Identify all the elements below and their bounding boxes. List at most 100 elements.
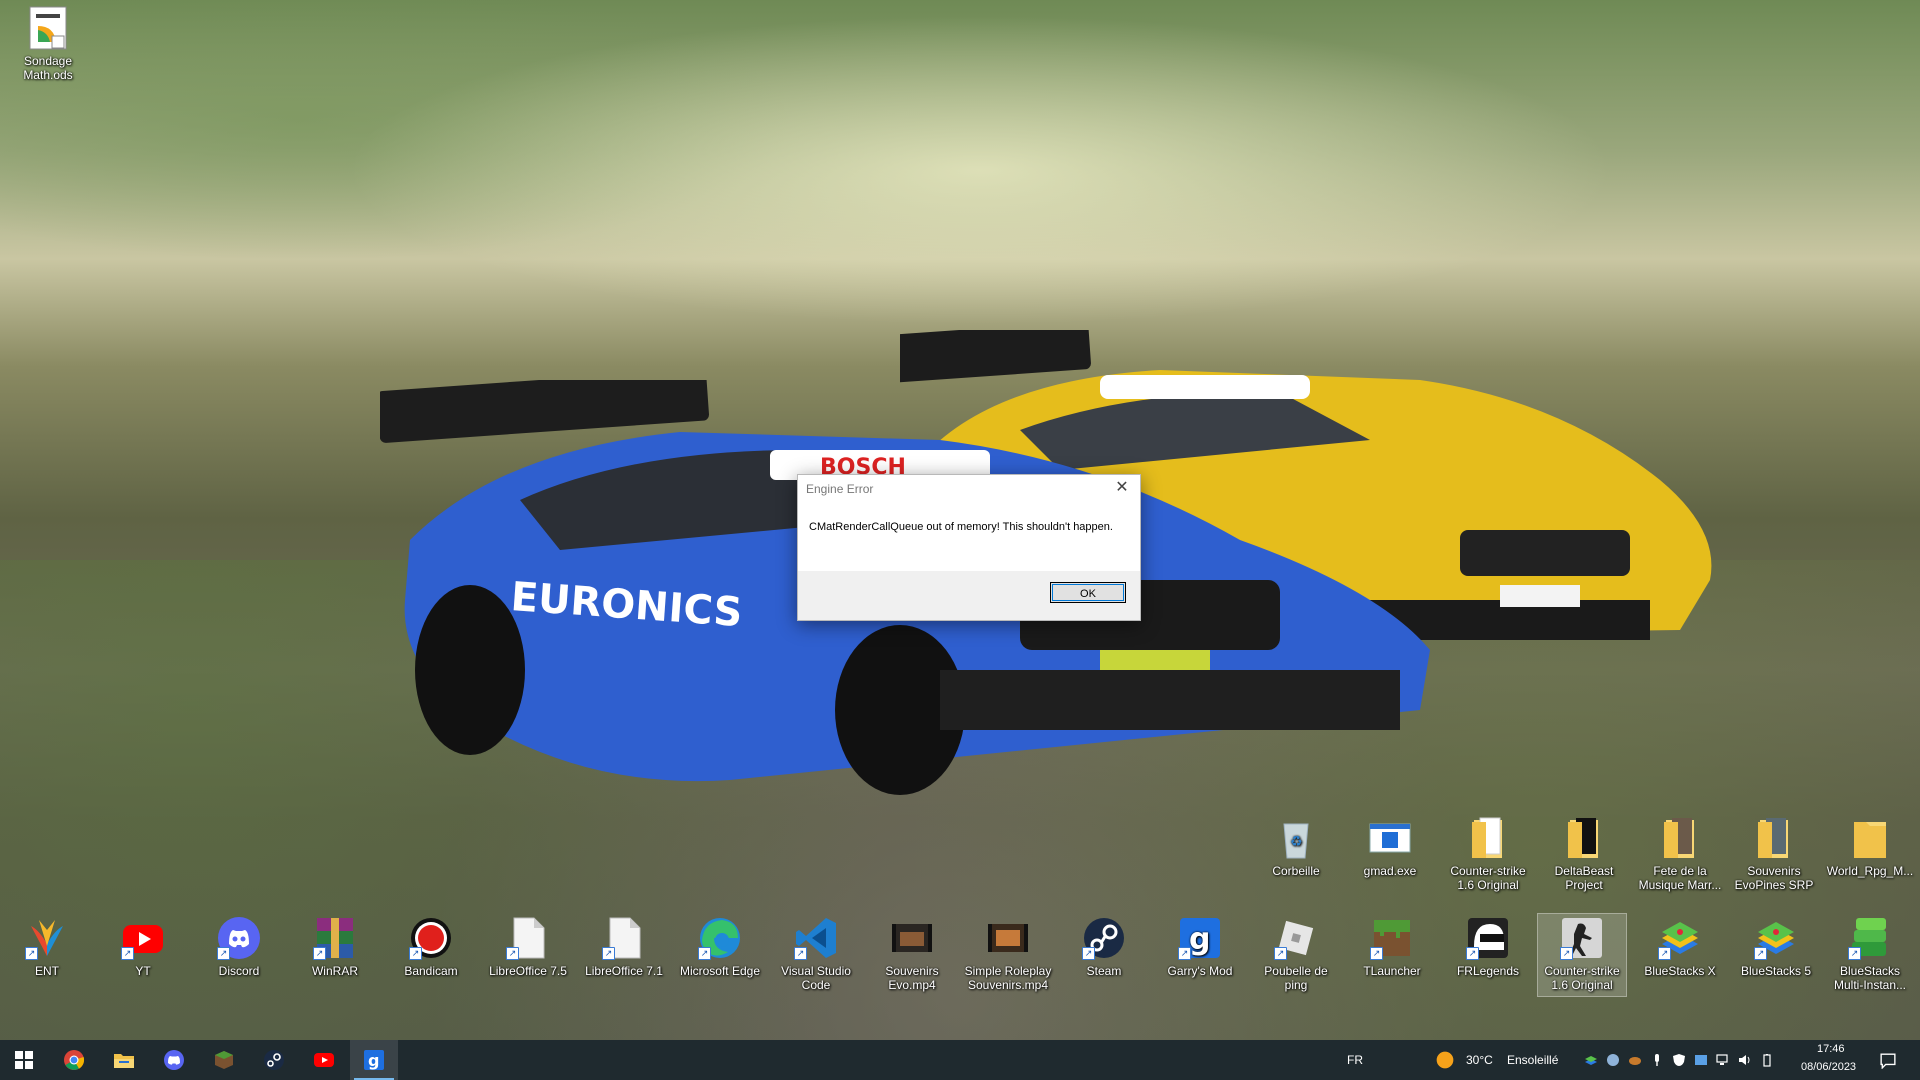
desktop-icon-souvenirs-evo[interactable]: Souvenirs Evo.mp4 <box>868 916 956 992</box>
desktop-icon-label: LibreOffice 7.5 <box>489 964 567 978</box>
weather-temperature[interactable]: 30°C <box>1466 1053 1493 1067</box>
language-indicator[interactable]: FR <box>1347 1053 1363 1067</box>
desktop-icon-frlegends[interactable]: ↗ FRLegends <box>1444 916 1532 978</box>
garrys-mod-icon: g ↗ <box>1178 916 1222 960</box>
dialog-footer: OK <box>798 571 1140 619</box>
taskbar-minecraft[interactable] <box>200 1040 248 1080</box>
microphone-icon[interactable] <box>1650 1053 1664 1067</box>
bluestacks-multi-icon: ↗ <box>1848 916 1892 960</box>
desktop-icon-label: World_Rpg_M... <box>1826 864 1914 878</box>
desktop-icon-label: Simple Roleplay Souvenirs.mp4 <box>964 964 1052 992</box>
bluestacks-icon: ↗ <box>1658 916 1702 960</box>
desktop-icon-bluestacks-x[interactable]: ↗ BlueStacks X <box>1636 916 1724 978</box>
bluestacks-tray-icon[interactable] <box>1584 1053 1598 1067</box>
desktop-icon-label: Garry's Mod <box>1167 964 1233 978</box>
notification-center-icon[interactable] <box>1880 1053 1896 1069</box>
youtube-icon <box>314 1053 334 1067</box>
vscode-icon: ↗ <box>794 916 838 960</box>
folder-icon <box>1562 816 1606 860</box>
clock-date[interactable]: 08/06/2023 <box>1801 1061 1856 1073</box>
desktop-icon-label: Poubelle de ping <box>1264 964 1328 992</box>
desktop-icon-label: YT <box>135 964 151 978</box>
desktop-icon-counter-strike[interactable]: ↗ Counter-strike 1.6 Original <box>1537 913 1627 997</box>
close-icon[interactable]: ✕ <box>1110 477 1134 499</box>
desktop-icon-yt[interactable]: ↗ YT <box>99 916 187 978</box>
dialog-title-bar[interactable]: Engine Error ✕ <box>798 475 1140 503</box>
steam-tray-icon[interactable] <box>1606 1053 1620 1067</box>
desktop-icon-bluestacks-multi[interactable]: ↗ BlueStacks Multi-Instan... <box>1826 916 1914 992</box>
document-icon: ↗ <box>506 916 550 960</box>
desktop-icon-garrys-mod[interactable]: g ↗ Garry's Mod <box>1156 916 1244 978</box>
taskbar-chrome[interactable] <box>50 1040 98 1080</box>
svg-text:♻: ♻ <box>1290 834 1303 850</box>
edge-icon: ↗ <box>698 916 742 960</box>
desktop-icon-label: Sondage Math.ods <box>23 54 73 82</box>
desktop-icon-cs-folder[interactable]: Counter-strike 1.6 Original <box>1444 816 1532 892</box>
taskbar-file-explorer[interactable] <box>100 1040 148 1080</box>
taskbar-garrys-mod[interactable]: g <box>350 1040 398 1080</box>
desktop-icon-sondage-math[interactable]: Sondage Math.ods <box>4 6 92 82</box>
folder-icon <box>1752 816 1796 860</box>
desktop-icon-label: Counter-strike 1.6 Original <box>1544 964 1620 992</box>
svg-text:g: g <box>368 1051 379 1070</box>
taskbar-discord[interactable] <box>150 1040 198 1080</box>
desktop-icon-label: FRLegends <box>1456 964 1520 978</box>
dialog-title: Engine Error <box>806 482 874 496</box>
desktop-icon-label: ENT <box>35 964 59 978</box>
folder-icon <box>1658 816 1702 860</box>
folder-icon <box>1466 816 1510 860</box>
dialog-message: CMatRenderCallQueue out of memory! This … <box>809 521 1113 533</box>
desktop-icon-poubelle-de-ping[interactable]: ↗ Poubelle de ping <box>1252 916 1340 992</box>
start-button[interactable] <box>0 1040 48 1080</box>
weather-description[interactable]: Ensoleillé <box>1507 1053 1558 1067</box>
recycle-bin-icon: ♻ <box>1274 816 1318 860</box>
sun-weather-icon <box>1436 1051 1454 1069</box>
video-thumbnail-icon <box>986 916 1030 960</box>
desktop-icon-steam[interactable]: ↗ Steam <box>1060 916 1148 978</box>
desktop-icon-tlauncher[interactable]: ↗ TLauncher <box>1348 916 1436 978</box>
desktop-icon-libreoffice-75[interactable]: ↗ LibreOffice 7.5 <box>484 916 572 978</box>
app-tray-icon[interactable] <box>1694 1053 1708 1067</box>
desktop-icon-label: DeltaBeast Project <box>1554 864 1614 892</box>
desktop-icon-label: Souvenirs Evo.mp4 <box>885 964 939 992</box>
desktop-icon-label: Corbeille <box>1272 864 1320 878</box>
clock-time[interactable]: 17:46 <box>1817 1043 1845 1055</box>
desktop-icon-corbeille[interactable]: ♻ Corbeille <box>1252 816 1340 878</box>
ok-button[interactable]: OK <box>1050 582 1126 603</box>
desktop-icon-souvenirs-evopines[interactable]: Souvenirs EvoPines SRP <box>1730 816 1818 892</box>
desktop-icon-bandicam[interactable]: ↗ Bandicam <box>387 916 475 978</box>
desktop-icon-label: Discord <box>218 964 260 978</box>
desktop-icon-libreoffice-71[interactable]: ↗ LibreOffice 7.1 <box>580 916 668 978</box>
desktop-icon-deltabeast[interactable]: DeltaBeast Project <box>1540 816 1628 892</box>
desktop-icon-edge[interactable]: ↗ Microsoft Edge <box>676 916 764 978</box>
garrys-mod-icon: g <box>364 1050 384 1070</box>
bluestacks-icon: ↗ <box>1754 916 1798 960</box>
network-icon[interactable] <box>1716 1053 1730 1067</box>
desktop-icon-fete-musique[interactable]: Fete de la Musique Marr... <box>1636 816 1724 892</box>
counter-strike-icon: ↗ <box>1560 916 1604 960</box>
volume-icon[interactable] <box>1738 1053 1752 1067</box>
steam-icon: ↗ <box>1082 916 1126 960</box>
taskbar-steam[interactable] <box>250 1040 298 1080</box>
bandicam-icon: ↗ <box>409 916 453 960</box>
cloud-tray-icon[interactable] <box>1628 1053 1642 1067</box>
desktop-icon-world-rpg[interactable]: World_Rpg_M... <box>1826 816 1914 878</box>
desktop-icon-bluestacks-5[interactable]: ↗ BlueStacks 5 <box>1732 916 1820 978</box>
desktop-icon-label: Souvenirs EvoPines SRP <box>1734 864 1814 892</box>
desktop-icon-discord[interactable]: ↗ Discord <box>195 916 283 978</box>
folder-icon <box>114 1054 134 1068</box>
desktop-icon-simple-roleplay[interactable]: Simple Roleplay Souvenirs.mp4 <box>964 916 1052 992</box>
shield-tray-icon[interactable] <box>1672 1053 1686 1067</box>
desktop-icon-winrar[interactable]: ↗ WinRAR <box>291 916 379 978</box>
battery-icon[interactable] <box>1760 1053 1774 1067</box>
taskbar-youtube[interactable] <box>300 1040 348 1080</box>
windows-logo-icon <box>15 1051 33 1069</box>
desktop-icon-label: Counter-strike 1.6 Original <box>1450 864 1526 892</box>
desktop-icon-label: Bandicam <box>404 964 458 978</box>
roblox-icon: ↗ <box>1274 916 1318 960</box>
desktop-icon-vscode[interactable]: ↗ Visual Studio Code <box>772 916 860 992</box>
desktop-icon-ent[interactable]: ↗ ENT <box>3 916 91 978</box>
winrar-icon: ↗ <box>313 916 357 960</box>
desktop-icon-gmad[interactable]: gmad.exe <box>1346 816 1434 878</box>
helmet-icon: ↗ <box>1466 916 1510 960</box>
